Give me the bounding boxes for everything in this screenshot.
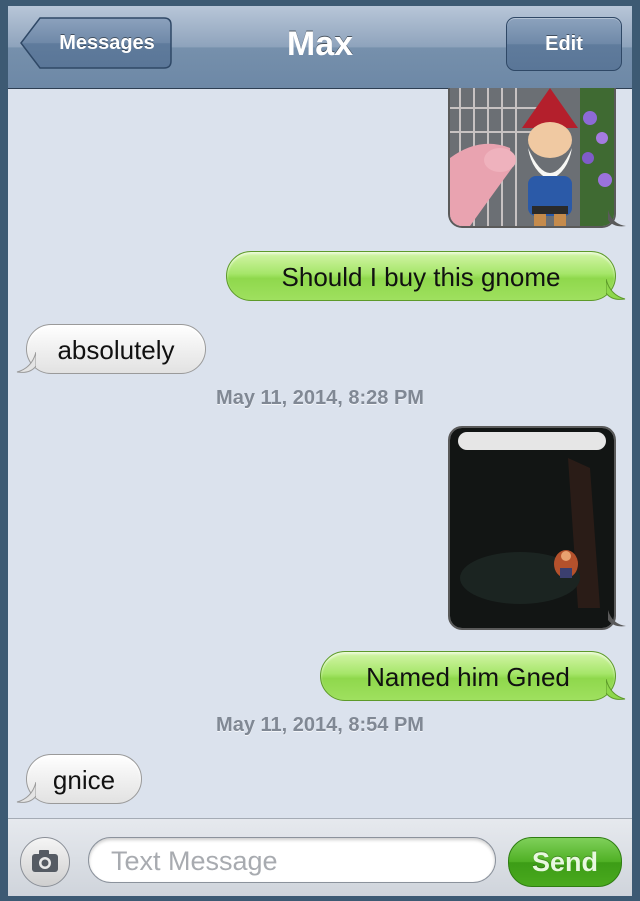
message-timestamp: May 11, 2014, 8:28 PM [216, 387, 424, 409]
photo-tail [608, 210, 626, 227]
back-button[interactable]: Messages [20, 17, 172, 69]
incoming-message: gnice [26, 754, 142, 804]
camera-icon [32, 850, 58, 872]
back-button-label: Messages [59, 32, 155, 54]
send-button[interactable]: Send [508, 837, 622, 887]
outgoing-message: Named him Gned [320, 651, 616, 701]
dark-gnome-photo [450, 428, 614, 628]
messages-screen: Messages Max Edit Should I buy this gnom… [8, 6, 632, 896]
incoming-bubble-tail [16, 782, 36, 803]
camera-button[interactable] [20, 837, 70, 887]
device-frame: Messages Max Edit Should I buy this gnom… [0, 0, 640, 901]
outgoing-bubble-tail [606, 679, 626, 700]
gnome-photo [450, 88, 614, 226]
navigation-bar: Messages Max Edit [8, 6, 632, 89]
message-text-field[interactable]: Text Message [88, 837, 496, 883]
gnome-photo-message[interactable] [448, 88, 616, 228]
photo-tail [608, 610, 626, 627]
message-timestamp: May 11, 2014, 8:54 PM [216, 714, 424, 736]
incoming-message: absolutely [26, 324, 206, 374]
outgoing-bubble-tail [606, 279, 626, 300]
outgoing-message: Should I buy this gnome [226, 251, 616, 301]
incoming-bubble-tail [16, 352, 36, 373]
conversation-title: Max [286, 25, 354, 63]
dark-photo-message[interactable] [448, 426, 616, 630]
message-input-bar: Text Message Send [8, 818, 632, 896]
edit-button[interactable]: Edit [506, 17, 622, 71]
